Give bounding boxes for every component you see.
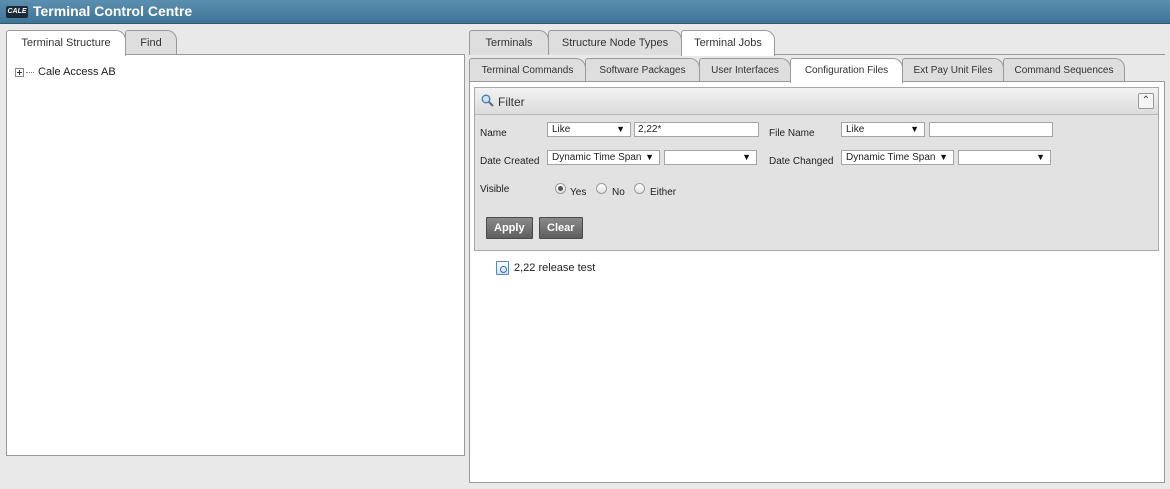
tab-terminal-jobs[interactable]: Terminal Jobs — [681, 30, 775, 56]
visible-label: Visible — [480, 184, 510, 195]
tab-structure-node-types[interactable]: Structure Node Types — [548, 30, 682, 55]
visible-either-radio[interactable] — [634, 183, 645, 194]
visible-either-label: Either — [650, 187, 677, 198]
configuration-file-icon — [496, 261, 509, 275]
date-created-operator-value: Dynamic Time Span — [552, 152, 642, 163]
visible-no-radio[interactable] — [596, 183, 607, 194]
file-name-operator-value: Like — [846, 124, 865, 135]
configuration-files-panel: Filter ⌃ Name Like ▼ 2,22* File Name Lik… — [469, 81, 1165, 483]
terminal-structure-panel: Cale Access AB — [6, 54, 465, 456]
name-label: Name — [480, 128, 507, 139]
tab-configuration-files[interactable]: Configuration Files — [790, 58, 903, 83]
cale-logo: CALE — [6, 6, 28, 18]
expand-plus-icon[interactable] — [15, 67, 24, 77]
tree-node-label: Cale Access AB — [38, 66, 116, 78]
tab-software-packages[interactable]: Software Packages — [585, 58, 700, 82]
file-name-input[interactable] — [929, 122, 1053, 137]
name-operator-select[interactable]: Like ▼ — [547, 122, 631, 137]
filter-panel: Filter ⌃ Name Like ▼ 2,22* File Name Lik… — [474, 87, 1159, 251]
tab-terminals[interactable]: Terminals — [469, 30, 549, 55]
visible-yes-radio[interactable] — [555, 183, 566, 194]
apply-button[interactable]: Apply — [486, 217, 533, 239]
title-bar: CALE Terminal Control Centre — [0, 0, 1170, 24]
date-changed-operator-value: Dynamic Time Span — [846, 152, 936, 163]
tab-terminal-commands[interactable]: Terminal Commands — [469, 58, 586, 82]
dropdown-arrow-icon: ▼ — [910, 124, 919, 134]
dropdown-arrow-icon: ▼ — [1036, 152, 1045, 162]
name-input[interactable]: 2,22* — [634, 122, 759, 137]
name-operator-value: Like — [552, 124, 571, 135]
search-icon — [481, 94, 494, 107]
filter-header: Filter ⌃ — [475, 88, 1158, 115]
date-created-label: Date Created — [480, 156, 540, 167]
file-name-operator-select[interactable]: Like ▼ — [841, 122, 925, 137]
tree-connector — [26, 71, 34, 73]
date-created-operator-select[interactable]: Dynamic Time Span ▼ — [547, 150, 660, 165]
visible-yes-label: Yes — [570, 187, 587, 198]
visible-no-label: No — [612, 187, 625, 198]
dropdown-arrow-icon: ▼ — [645, 152, 654, 162]
tab-terminal-structure[interactable]: Terminal Structure — [6, 30, 126, 56]
result-label: 2,22 release test — [514, 262, 596, 274]
date-changed-operator-select[interactable]: Dynamic Time Span ▼ — [841, 150, 954, 165]
filter-title: Filter — [498, 95, 525, 109]
dropdown-arrow-icon: ▼ — [742, 152, 751, 162]
tab-user-interfaces[interactable]: User Interfaces — [699, 58, 791, 82]
tab-command-sequences[interactable]: Command Sequences — [1003, 58, 1125, 82]
date-changed-label: Date Changed — [769, 156, 834, 167]
app-title: Terminal Control Centre — [33, 3, 193, 19]
clear-button[interactable]: Clear — [539, 217, 583, 239]
dropdown-arrow-icon: ▼ — [939, 152, 948, 162]
file-name-label: File Name — [769, 128, 815, 139]
list-item[interactable]: 2,22 release test — [496, 261, 595, 275]
chevron-up-icon: ⌃ — [1141, 95, 1151, 106]
tree-node-cale-access-ab[interactable]: Cale Access AB — [15, 65, 116, 79]
tab-find[interactable]: Find — [125, 30, 177, 55]
collapse-filter-button[interactable]: ⌃ — [1138, 93, 1154, 109]
dropdown-arrow-icon: ▼ — [616, 124, 625, 134]
date-changed-value-select[interactable]: ▼ — [958, 150, 1051, 165]
date-created-value-select[interactable]: ▼ — [664, 150, 757, 165]
tab-ext-pay-unit-files[interactable]: Ext Pay Unit Files — [902, 58, 1004, 82]
